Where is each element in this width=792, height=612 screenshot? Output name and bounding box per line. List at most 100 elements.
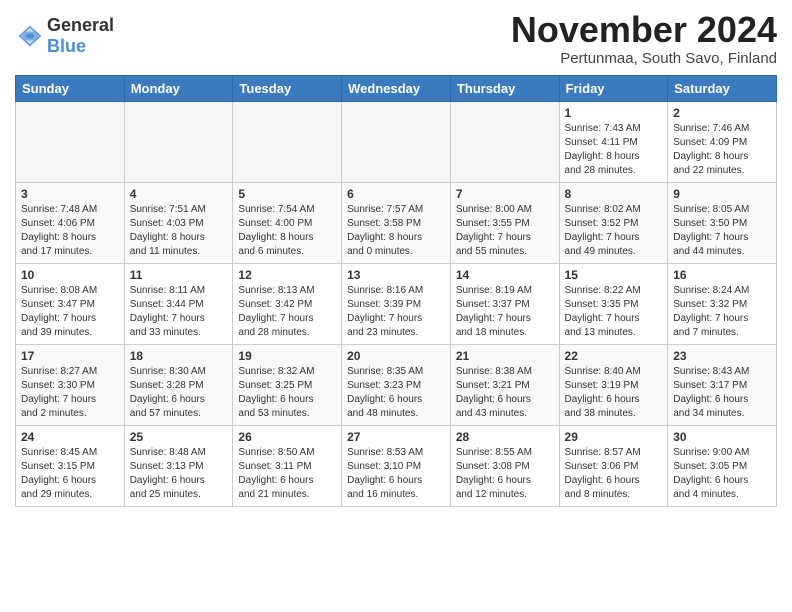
calendar-cell-w3-d3: 12 Sunrise: 8:13 AM Sunset: 3:42 PM Dayli…	[233, 263, 342, 344]
day-number: 25	[130, 430, 228, 444]
month-title: November 2024	[511, 10, 777, 50]
page-container: General Blue November 2024 Pertunmaa, So…	[0, 0, 792, 512]
day-number: 3	[21, 187, 119, 201]
day-info: Sunrise: 8:08 AM Sunset: 3:47 PM Dayligh…	[21, 284, 119, 340]
calendar-cell-w4-d7: 23 Sunrise: 8:43 AM Sunset: 3:17 PM Dayli…	[668, 344, 777, 425]
logo-icon	[15, 21, 45, 51]
calendar-cell-w2-d4: 6Sunrise: 7:57 AM Sunset: 3:58 PM Daylig…	[342, 182, 451, 263]
day-number: 18	[130, 349, 228, 363]
day-number: 27	[347, 430, 445, 444]
calendar-cell-w4-d5: 21Sunrise: 8:38 AM Sunset: 3:21 PM Dayli…	[450, 344, 559, 425]
logo-text: General Blue	[47, 15, 114, 57]
day-info: Sunrise: 8:38 AM Sunset: 3:21 PM Dayligh…	[456, 365, 554, 421]
col-sunday: Sunday	[16, 75, 125, 101]
day-number: 1	[565, 106, 663, 120]
day-number: 24	[21, 430, 119, 444]
calendar-cell-w1-d4	[342, 101, 451, 182]
day-info: Sunrise: 8:57 AM Sunset: 3:06 PM Dayligh…	[565, 446, 663, 502]
day-info: Sunrise: 7:46 AM Sunset: 4:09 PM Dayligh…	[673, 122, 771, 178]
calendar-cell-w2-d7: 9Sunrise: 8:05 AM Sunset: 3:50 PM Daylig…	[668, 182, 777, 263]
day-number: 13	[347, 268, 445, 282]
calendar-cell-w2-d1: 3 Sunrise: 7:48 AM Sunset: 4:06 PM Daylig…	[16, 182, 125, 263]
day-info: Sunrise: 8:19 AM Sunset: 3:37 PM Dayligh…	[456, 284, 554, 340]
calendar-cell-w2-d2: 4 Sunrise: 7:51 AM Sunset: 4:03 PM Daylig…	[124, 182, 233, 263]
day-number: 20	[347, 349, 445, 363]
day-info: Sunrise: 7:51 AM Sunset: 4:03 PM Dayligh…	[130, 203, 228, 259]
calendar-cell-w5-d3: 26Sunrise: 8:50 AM Sunset: 3:11 PM Dayli…	[233, 425, 342, 506]
calendar-cell-w5-d6: 29 Sunrise: 8:57 AM Sunset: 3:06 PM Dayli…	[559, 425, 668, 506]
day-number: 29	[565, 430, 663, 444]
day-info: Sunrise: 8:16 AM Sunset: 3:39 PM Dayligh…	[347, 284, 445, 340]
calendar-cell-w3-d6: 15 Sunrise: 8:22 AM Sunset: 3:35 PM Dayli…	[559, 263, 668, 344]
day-info: Sunrise: 8:32 AM Sunset: 3:25 PM Dayligh…	[238, 365, 336, 421]
day-number: 30	[673, 430, 771, 444]
logo: General Blue	[15, 15, 114, 57]
week-row-1: 1 Sunrise: 7:43 AM Sunset: 4:11 PM Daylig…	[16, 101, 777, 182]
calendar-cell-w1-d1	[16, 101, 125, 182]
calendar-cell-w3-d2: 11 Sunrise: 8:11 AM Sunset: 3:44 PM Dayli…	[124, 263, 233, 344]
day-info: Sunrise: 8:02 AM Sunset: 3:52 PM Dayligh…	[565, 203, 663, 259]
col-thursday: Thursday	[450, 75, 559, 101]
calendar-cell-w5-d1: 24Sunrise: 8:45 AM Sunset: 3:15 PM Dayli…	[16, 425, 125, 506]
day-number: 11	[130, 268, 228, 282]
day-number: 12	[238, 268, 336, 282]
day-info: Sunrise: 8:22 AM Sunset: 3:35 PM Dayligh…	[565, 284, 663, 340]
week-row-2: 3 Sunrise: 7:48 AM Sunset: 4:06 PM Daylig…	[16, 182, 777, 263]
calendar-cell-w1-d7: 2 Sunrise: 7:46 AM Sunset: 4:09 PM Daylig…	[668, 101, 777, 182]
title-area: November 2024 Pertunmaa, South Savo, Fin…	[511, 10, 777, 67]
day-number: 4	[130, 187, 228, 201]
day-number: 5	[238, 187, 336, 201]
calendar-cell-w1-d2	[124, 101, 233, 182]
day-number: 8	[565, 187, 663, 201]
day-info: Sunrise: 8:27 AM Sunset: 3:30 PM Dayligh…	[21, 365, 119, 421]
day-info: Sunrise: 8:35 AM Sunset: 3:23 PM Dayligh…	[347, 365, 445, 421]
day-number: 9	[673, 187, 771, 201]
calendar: Sunday Monday Tuesday Wednesday Thursday…	[15, 75, 777, 507]
day-number: 22	[565, 349, 663, 363]
calendar-cell-w2-d3: 5 Sunrise: 7:54 AM Sunset: 4:00 PM Daylig…	[233, 182, 342, 263]
day-info: Sunrise: 7:48 AM Sunset: 4:06 PM Dayligh…	[21, 203, 119, 259]
day-info: Sunrise: 8:43 AM Sunset: 3:17 PM Dayligh…	[673, 365, 771, 421]
calendar-cell-w1-d3	[233, 101, 342, 182]
day-info: Sunrise: 8:50 AM Sunset: 3:11 PM Dayligh…	[238, 446, 336, 502]
calendar-cell-w4-d4: 20 Sunrise: 8:35 AM Sunset: 3:23 PM Dayli…	[342, 344, 451, 425]
day-number: 7	[456, 187, 554, 201]
calendar-cell-w3-d4: 13 Sunrise: 8:16 AM Sunset: 3:39 PM Dayli…	[342, 263, 451, 344]
day-number: 15	[565, 268, 663, 282]
day-number: 23	[673, 349, 771, 363]
col-saturday: Saturday	[668, 75, 777, 101]
day-number: 14	[456, 268, 554, 282]
day-number: 19	[238, 349, 336, 363]
day-info: Sunrise: 8:00 AM Sunset: 3:55 PM Dayligh…	[456, 203, 554, 259]
calendar-cell-w2-d6: 8 Sunrise: 8:02 AM Sunset: 3:52 PM Daylig…	[559, 182, 668, 263]
day-info: Sunrise: 8:24 AM Sunset: 3:32 PM Dayligh…	[673, 284, 771, 340]
day-info: Sunrise: 8:30 AM Sunset: 3:28 PM Dayligh…	[130, 365, 228, 421]
col-tuesday: Tuesday	[233, 75, 342, 101]
day-info: Sunrise: 9:00 AM Sunset: 3:05 PM Dayligh…	[673, 446, 771, 502]
calendar-cell-w5-d5: 28 Sunrise: 8:55 AM Sunset: 3:08 PM Dayli…	[450, 425, 559, 506]
day-info: Sunrise: 7:43 AM Sunset: 4:11 PM Dayligh…	[565, 122, 663, 178]
calendar-cell-w5-d2: 25 Sunrise: 8:48 AM Sunset: 3:13 PM Dayli…	[124, 425, 233, 506]
col-monday: Monday	[124, 75, 233, 101]
calendar-cell-w3-d7: 16Sunrise: 8:24 AM Sunset: 3:32 PM Dayli…	[668, 263, 777, 344]
day-info: Sunrise: 7:54 AM Sunset: 4:00 PM Dayligh…	[238, 203, 336, 259]
day-number: 28	[456, 430, 554, 444]
day-number: 2	[673, 106, 771, 120]
day-info: Sunrise: 8:55 AM Sunset: 3:08 PM Dayligh…	[456, 446, 554, 502]
header: General Blue November 2024 Pertunmaa, So…	[15, 10, 777, 67]
calendar-cell-w4-d2: 18 Sunrise: 8:30 AM Sunset: 3:28 PM Dayli…	[124, 344, 233, 425]
day-number: 17	[21, 349, 119, 363]
calendar-cell-w5-d7: 30 Sunrise: 9:00 AM Sunset: 3:05 PM Dayli…	[668, 425, 777, 506]
calendar-cell-w3-d5: 14 Sunrise: 8:19 AM Sunset: 3:37 PM Dayli…	[450, 263, 559, 344]
day-info: Sunrise: 8:11 AM Sunset: 3:44 PM Dayligh…	[130, 284, 228, 340]
calendar-cell-w4-d6: 22 Sunrise: 8:40 AM Sunset: 3:19 PM Dayli…	[559, 344, 668, 425]
subtitle: Pertunmaa, South Savo, Finland	[511, 50, 777, 67]
day-info: Sunrise: 8:13 AM Sunset: 3:42 PM Dayligh…	[238, 284, 336, 340]
col-wednesday: Wednesday	[342, 75, 451, 101]
day-info: Sunrise: 8:40 AM Sunset: 3:19 PM Dayligh…	[565, 365, 663, 421]
calendar-cell-w1-d6: 1 Sunrise: 7:43 AM Sunset: 4:11 PM Daylig…	[559, 101, 668, 182]
calendar-cell-w4-d3: 19 Sunrise: 8:32 AM Sunset: 3:25 PM Dayli…	[233, 344, 342, 425]
day-info: Sunrise: 8:48 AM Sunset: 3:13 PM Dayligh…	[130, 446, 228, 502]
calendar-cell-w1-d5	[450, 101, 559, 182]
calendar-header-row: Sunday Monday Tuesday Wednesday Thursday…	[16, 75, 777, 101]
